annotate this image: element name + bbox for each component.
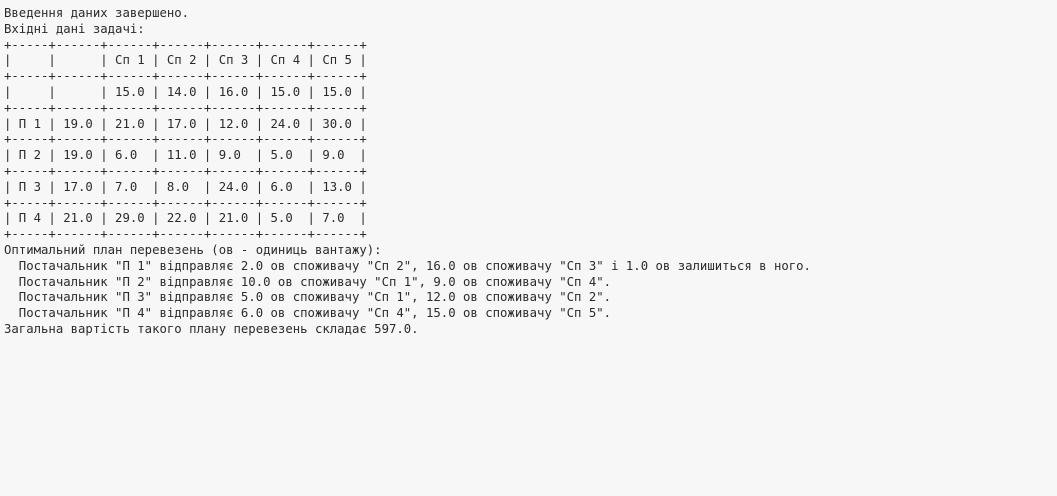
table-border-line: +-----+------+------+------+------+-----… <box>4 37 367 52</box>
table-header-row: | | | Сп 1 | Сп 2 | Сп 3 | Сп 4 | Сп 5 | <box>4 53 367 68</box>
plan-line-p2: Постачальник "П 2" відправляє 10.0 ов сп… <box>4 274 612 289</box>
table-row-p1: | П 1 | 19.0 | 21.0 | 17.0 | 12.0 | 24.0… <box>4 116 367 131</box>
plan-line-p3: Постачальник "П 3" відправляє 5.0 ов спо… <box>4 290 612 305</box>
table-row-p2: | П 2 | 19.0 | 6.0 | 11.0 | 9.0 | 5.0 | … <box>4 148 367 163</box>
table-border-line: +-----+------+------+------+------+-----… <box>4 227 367 242</box>
plan-line-p1: Постачальник "П 1" відправляє 2.0 ов спо… <box>4 258 811 273</box>
table-row-p3: | П 3 | 17.0 | 7.0 | 8.0 | 24.0 | 6.0 | … <box>4 179 367 194</box>
table-border-line: +-----+------+------+------+------+-----… <box>4 69 367 84</box>
table-row-p4: | П 4 | 21.0 | 29.0 | 22.0 | 21.0 | 5.0 … <box>4 211 367 226</box>
table-border-line: +-----+------+------+------+------+-----… <box>4 132 367 147</box>
table-border-line: +-----+------+------+------+------+-----… <box>4 195 367 210</box>
table-demand-row: | | | 15.0 | 14.0 | 16.0 | 15.0 | 15.0 | <box>4 84 367 99</box>
console-output: Введення даних завершено. Вхідні дані за… <box>0 0 1057 496</box>
input-data-table: +-----+------+------+------+------+-----… <box>4 38 1057 243</box>
plan-title: Оптимальний план перевезень (ов - одиниц… <box>4 242 382 257</box>
table-border-line: +-----+------+------+------+------+-----… <box>4 100 367 115</box>
plan-line-p4: Постачальник "П 4" відправляє 6.0 ов спо… <box>4 306 612 321</box>
status-line: Введення даних завершено. <box>4 6 190 20</box>
input-data-title: Вхідні дані задачі: <box>4 21 145 36</box>
table-border-line: +-----+------+------+------+------+-----… <box>4 163 367 178</box>
total-cost-line: Загальна вартість такого плану перевезен… <box>4 321 419 336</box>
